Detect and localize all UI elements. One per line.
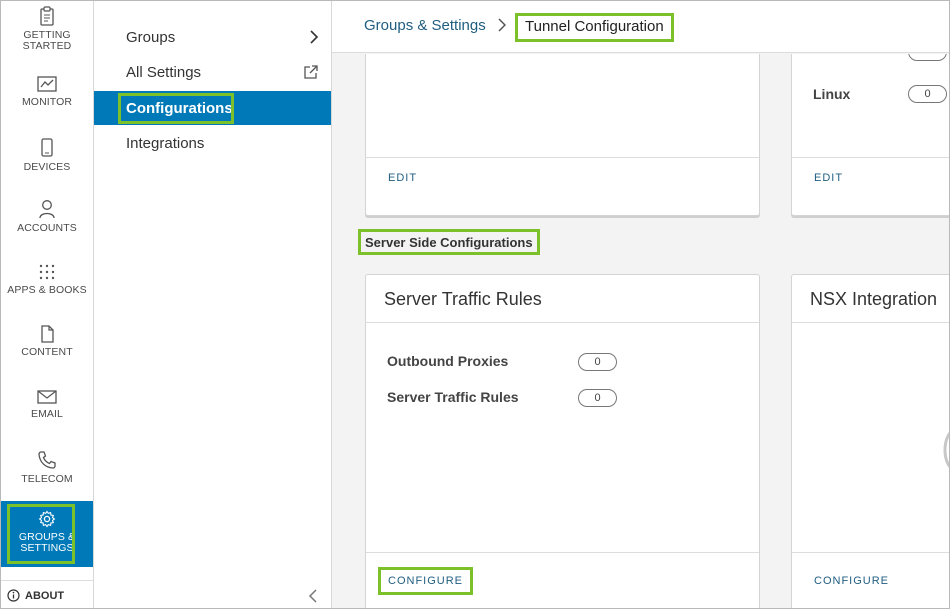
configure-button[interactable]: CONFIGURE	[814, 575, 889, 587]
submenu-label: Integrations	[126, 134, 205, 152]
row-label-server-traffic-rules: Server Traffic Rules	[387, 389, 519, 405]
card-divider	[792, 157, 949, 158]
count-pill	[908, 54, 947, 61]
highlight-box	[7, 504, 75, 564]
row-label-outbound-proxies: Outbound Proxies	[387, 353, 509, 369]
chart-icon	[37, 76, 57, 92]
apps-grid-icon	[39, 264, 55, 280]
nav-monitor[interactable]: MONITOR	[1, 75, 93, 108]
nav-label: ACCOUNTS	[17, 222, 77, 234]
main-content: EDIT Linux 0 EDIT Server Side Configurat…	[332, 54, 949, 608]
configure-button[interactable]: CONFIGURE	[388, 575, 463, 587]
card-divider	[366, 322, 759, 323]
platform-card: Linux 0 EDIT	[791, 54, 949, 216]
nav-content[interactable]: CONTENT	[1, 325, 93, 358]
submenu-label: All Settings	[126, 63, 202, 81]
about-label: ABOUT	[25, 589, 65, 602]
card-divider	[366, 157, 759, 158]
chevron-right-icon	[310, 30, 319, 44]
count-pill: 0	[578, 389, 617, 407]
phone-icon	[41, 138, 53, 157]
card-divider	[792, 552, 949, 553]
external-link-icon	[304, 65, 318, 79]
server-traffic-rules-card: Server Traffic Rules Outbound Proxies 0 …	[365, 274, 760, 608]
edit-button[interactable]: EDIT	[388, 172, 417, 184]
document-icon	[41, 325, 54, 343]
submenu-item-groups[interactable]: Groups	[94, 20, 331, 54]
chevron-right-icon	[498, 18, 506, 32]
submenu-item-configurations[interactable]: Configurations	[94, 91, 331, 125]
count-pill: 0	[578, 353, 617, 371]
nsx-integration-card: NSX Integration CONFIGURE	[791, 274, 949, 608]
nav-telecom[interactable]: TELECOM	[1, 450, 93, 485]
user-icon	[39, 200, 55, 219]
settings-menu: Groups All Settings Configurations Integ…	[94, 1, 332, 608]
app-window: GETTING STARTED MONITOR DEVICES ACCOUNTS…	[0, 0, 950, 609]
nav-label: APPS & BOOKS	[7, 284, 87, 296]
nav-label: TELECOM	[21, 473, 73, 485]
submenu-item-all-settings[interactable]: All Settings	[94, 55, 331, 89]
client-config-card: EDIT	[365, 54, 760, 216]
count-pill: 0	[908, 85, 947, 103]
nav-label: MONITOR	[21, 96, 73, 108]
edit-button[interactable]: EDIT	[814, 172, 843, 184]
nav-label: GETTING STARTED	[22, 29, 72, 52]
about-link[interactable]: ABOUT	[1, 580, 93, 608]
card-divider	[792, 322, 949, 323]
telephone-icon	[38, 451, 56, 469]
card-title: Server Traffic Rules	[384, 289, 542, 309]
section-title-server-side: Server Side Configurations	[358, 229, 540, 255]
nav-label: CONTENT	[21, 346, 73, 358]
nav-accounts[interactable]: ACCOUNTS	[1, 199, 93, 234]
clipboard-icon	[40, 6, 54, 26]
nav-groups-settings[interactable]: GROUPS & SETTINGS	[1, 501, 93, 567]
row-label-linux: Linux	[813, 86, 851, 102]
integration-illustration-icon	[943, 432, 949, 468]
nav-devices[interactable]: DEVICES	[1, 138, 93, 173]
primary-nav: GETTING STARTED MONITOR DEVICES ACCOUNTS…	[1, 1, 94, 608]
nav-apps-books[interactable]: APPS & BOOKS	[1, 263, 93, 296]
submenu-item-integrations[interactable]: Integrations	[94, 126, 331, 160]
nav-label: DEVICES	[23, 161, 71, 173]
breadcrumb-current: Tunnel Configuration	[515, 13, 674, 42]
highlight-box	[118, 93, 234, 124]
nav-email[interactable]: EMAIL	[1, 389, 93, 420]
card-title: NSX Integration	[810, 289, 938, 309]
nav-getting-started[interactable]: GETTING STARTED	[1, 6, 93, 52]
submenu-label: Groups	[126, 28, 176, 46]
breadcrumb: Groups & Settings Tunnel Configuration	[332, 1, 949, 53]
card-divider	[366, 552, 759, 553]
collapse-chevron-icon[interactable]	[308, 588, 318, 604]
breadcrumb-parent-link[interactable]: Groups & Settings	[364, 17, 486, 34]
envelope-icon	[37, 390, 57, 404]
nav-label: EMAIL	[30, 408, 63, 420]
info-icon	[7, 589, 20, 602]
